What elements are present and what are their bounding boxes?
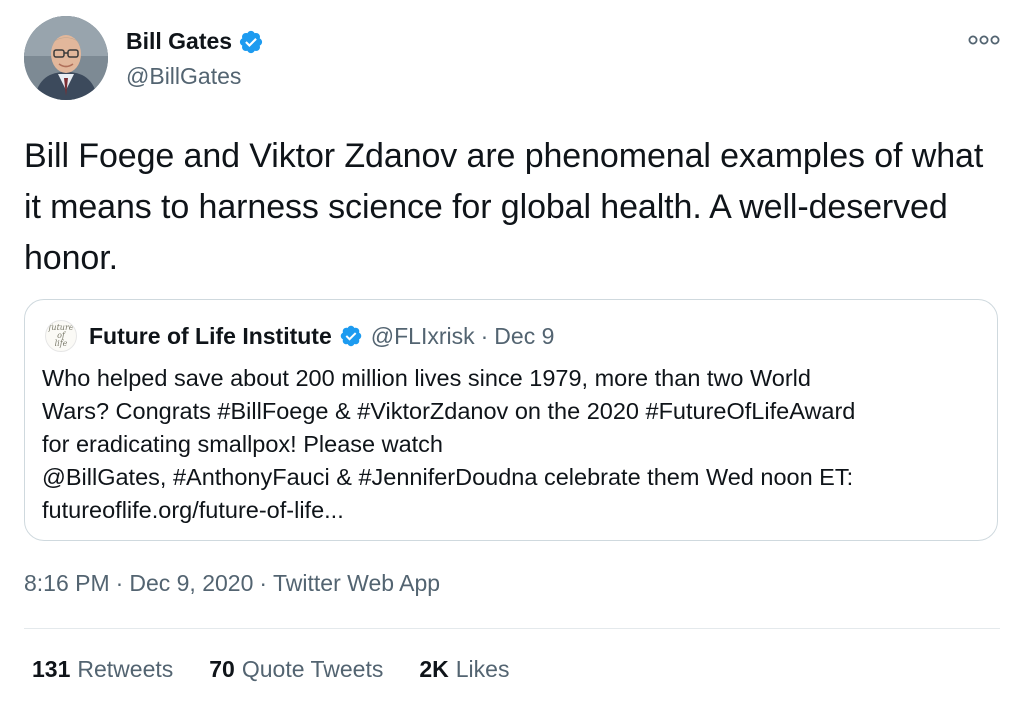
tweet-metadata: 8:16 PM · Dec 9, 2020 · Twitter Web App <box>24 570 440 597</box>
quoted-tweet-card[interactable]: future of life Future of Life Institute … <box>24 299 998 541</box>
verified-badge-icon <box>340 325 362 347</box>
quote-tweets-count: 70 <box>209 656 235 682</box>
divider <box>24 628 1000 629</box>
author-handle[interactable]: @BillGates <box>126 63 241 90</box>
retweets-label: Retweets <box>77 656 174 682</box>
quote-tweets-label: Quote Tweets <box>241 656 384 682</box>
quoted-text-line: Who helped save about 200 million lives … <box>42 365 811 391</box>
quoted-separator: · <box>480 322 489 349</box>
retweets-stat[interactable]: 131 Retweets <box>32 656 173 683</box>
profile-photo <box>24 16 108 100</box>
retweets-count: 131 <box>32 656 71 682</box>
author-name-row[interactable]: Bill Gates <box>126 28 264 55</box>
quoted-author-avatar[interactable]: future of life <box>45 320 77 352</box>
verified-badge-icon <box>240 30 263 53</box>
quoted-text-line: Wars? Congrats #BillFoege & #ViktorZdano… <box>42 398 856 424</box>
quoted-author-name[interactable]: Future of Life Institute <box>89 323 332 350</box>
quoted-author-handle[interactable]: @FLIxrisk <box>371 323 475 350</box>
meta-separator: · <box>115 570 124 596</box>
author-avatar[interactable] <box>24 16 108 100</box>
quoted-tweet-text: Who helped save about 200 million lives … <box>42 362 987 527</box>
quoted-text-line: futureoflife.org/future-of-life... <box>42 497 344 523</box>
likes-stat[interactable]: 2K Likes <box>419 656 509 683</box>
avatar-logo-line: life <box>54 339 68 348</box>
likes-count: 2K <box>419 656 449 682</box>
quote-tweets-stat[interactable]: 70 Quote Tweets <box>209 656 383 683</box>
author-name[interactable]: Bill Gates <box>126 28 232 55</box>
likes-label: Likes <box>455 656 510 682</box>
tweet-date[interactable]: Dec 9, 2020 <box>129 570 253 597</box>
meta-separator: · <box>259 570 268 596</box>
tweet-stats: 131 Retweets 70 Quote Tweets 2K Likes <box>32 656 545 683</box>
quoted-text-line: @BillGates, #AnthonyFauci & #JenniferDou… <box>42 464 854 490</box>
quoted-tweet-header: future of life Future of Life Institute … <box>45 320 554 352</box>
quoted-avatar-logo: future of life <box>48 324 73 348</box>
quoted-text-line: for eradicating smallpox! Please watch <box>42 431 444 457</box>
tweet-text: Bill Foege and Viktor Zdanov are phenome… <box>24 137 984 277</box>
more-options-icon[interactable] <box>966 30 1002 50</box>
quoted-date[interactable]: Dec 9 <box>494 323 554 350</box>
tweet-time[interactable]: 8:16 PM <box>24 570 110 597</box>
tweet-source[interactable]: Twitter Web App <box>273 570 440 597</box>
